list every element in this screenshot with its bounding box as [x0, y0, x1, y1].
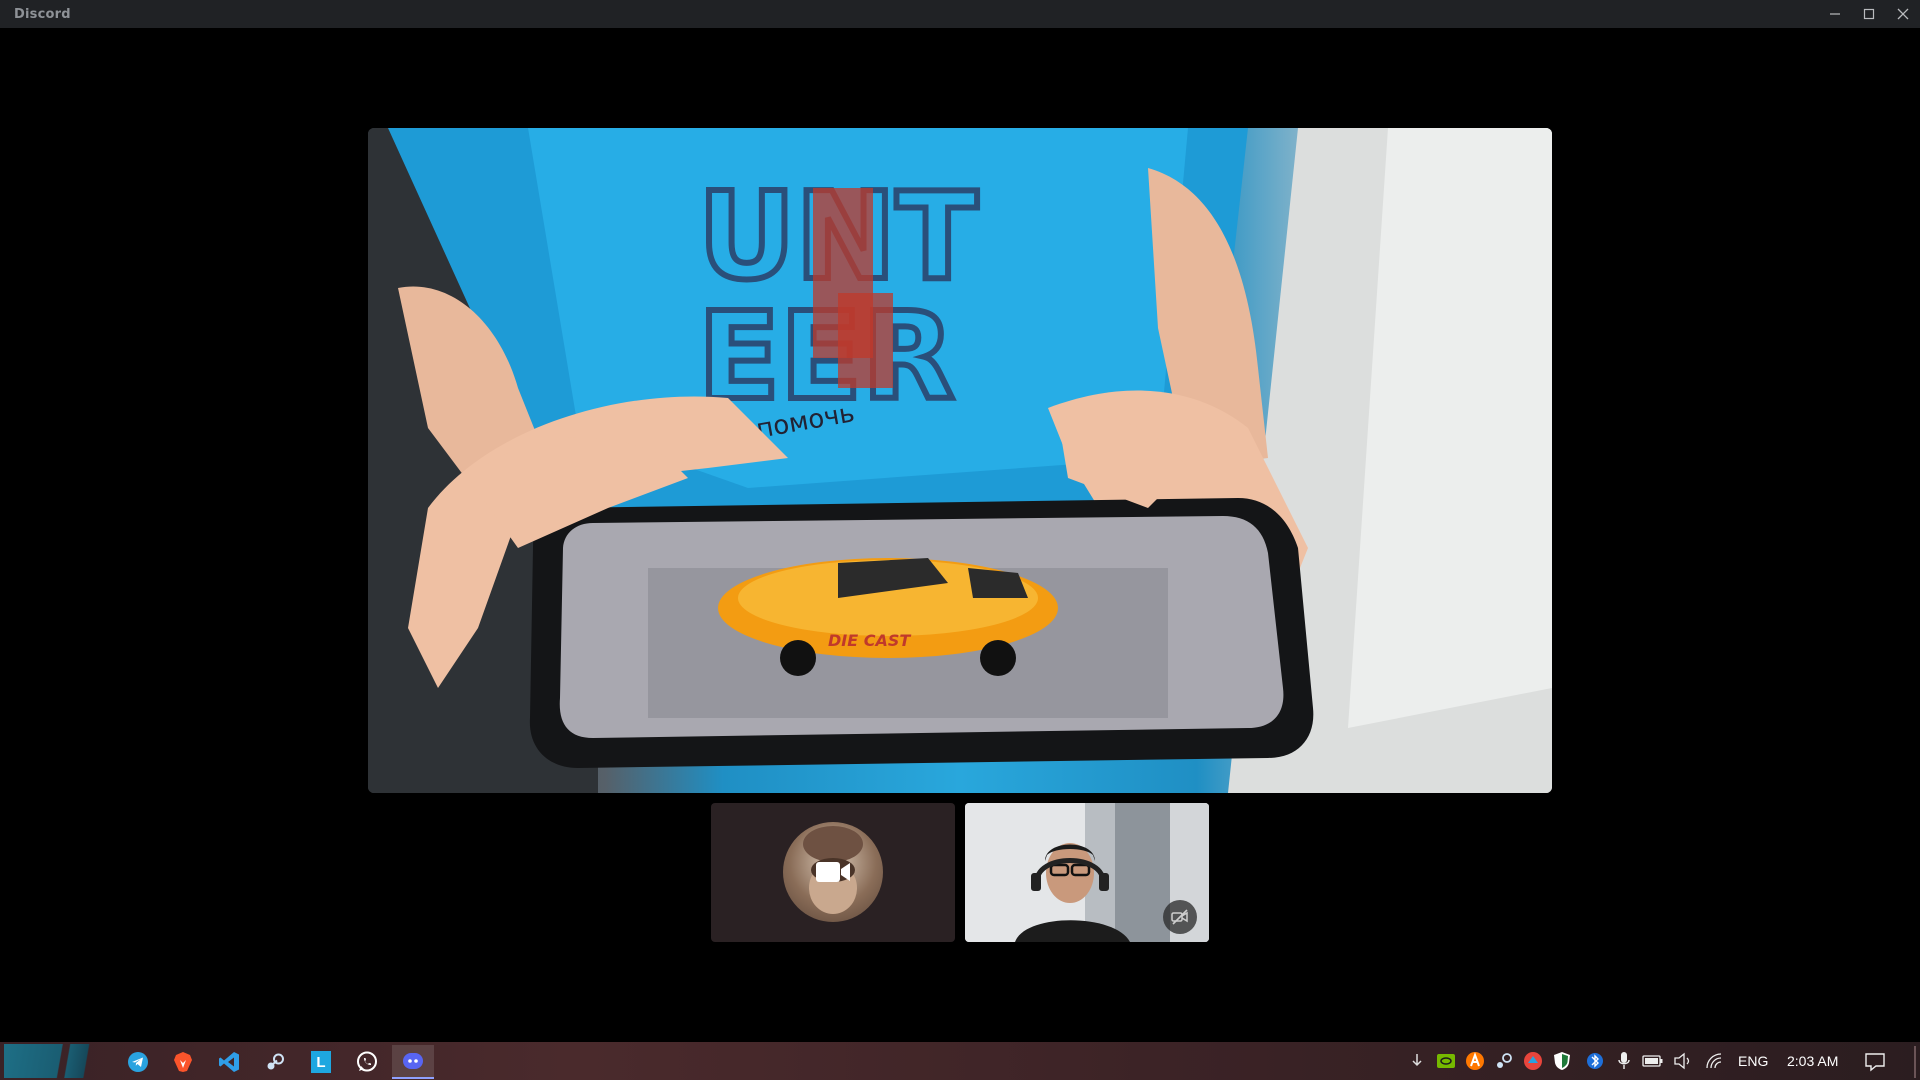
steam-icon — [267, 1053, 284, 1070]
nvidia-icon — [1437, 1054, 1455, 1068]
taskbar-vscode[interactable] — [208, 1045, 250, 1079]
avast-icon — [1466, 1052, 1484, 1070]
notification-center-button[interactable] — [1862, 1049, 1888, 1075]
taskbar-discord[interactable] — [392, 1045, 434, 1079]
tray-microphone[interactable] — [1612, 1049, 1636, 1073]
vscode-icon — [219, 1052, 239, 1072]
tray-nvidia[interactable] — [1434, 1049, 1458, 1073]
title-bar: Discord — [0, 0, 1920, 28]
launcher-icon: L — [311, 1051, 331, 1073]
show-desktop-button[interactable] — [1914, 1046, 1916, 1078]
taskbar-brave[interactable] — [162, 1045, 204, 1079]
start-button[interactable] — [4, 1044, 104, 1078]
tray-bluetooth[interactable] — [1583, 1049, 1607, 1073]
tray-steam[interactable] — [1492, 1049, 1516, 1073]
chevron-up-icon — [1412, 1054, 1422, 1067]
video-off-icon — [1163, 900, 1197, 934]
telegram-icon — [128, 1052, 148, 1072]
participant-tile-avatar[interactable] — [711, 803, 955, 942]
video-camera-icon — [815, 858, 851, 886]
shield-icon — [1554, 1052, 1570, 1070]
close-button[interactable] — [1886, 0, 1920, 28]
taskbar-telegram[interactable] — [117, 1045, 159, 1079]
speaker-icon — [1674, 1052, 1690, 1070]
taskbar-whatsapp[interactable] — [346, 1045, 388, 1079]
language-indicator[interactable]: ENG — [1738, 1053, 1768, 1069]
steam-tray-icon — [1497, 1053, 1512, 1068]
tray-mic-arrow[interactable] — [1405, 1049, 1429, 1073]
red-app-icon — [1524, 1052, 1542, 1070]
microphone-icon — [1618, 1052, 1630, 1069]
brave-icon — [174, 1052, 192, 1072]
app-title: Discord — [14, 6, 71, 22]
participant-tile-webcam[interactable] — [965, 803, 1209, 942]
minimize-button[interactable] — [1818, 0, 1852, 28]
minimize-icon — [1830, 13, 1840, 15]
battery-icon — [1642, 1055, 1663, 1067]
tray-volume[interactable] — [1671, 1049, 1695, 1073]
stream-frame: UNT EER помочь DIE CAST — [368, 128, 1552, 793]
notification-icon — [1865, 1053, 1885, 1072]
main-video-stream[interactable]: UNT EER помочь DIE CAST — [368, 128, 1552, 793]
call-stage: UNT EER помочь DIE CAST — [0, 28, 1920, 1042]
taskbar-steam[interactable] — [254, 1045, 296, 1079]
car-decal-text: DIE CAST — [828, 631, 911, 650]
avatar — [783, 822, 883, 922]
close-icon — [1897, 8, 1909, 20]
bluetooth-icon — [1587, 1053, 1603, 1069]
launcher-letter: L — [316, 1053, 326, 1071]
clock[interactable]: 2:03 AM — [1787, 1053, 1838, 1069]
wifi-icon — [1706, 1053, 1722, 1069]
taskbar-launcher[interactable]: L — [300, 1045, 342, 1079]
maximize-icon — [1863, 8, 1875, 20]
maximize-button[interactable] — [1852, 0, 1886, 28]
window-controls — [1818, 0, 1920, 28]
whatsapp-icon — [357, 1051, 377, 1072]
tray-app-red[interactable] — [1521, 1049, 1545, 1073]
tray-avast[interactable] — [1463, 1049, 1487, 1073]
tray-battery[interactable] — [1641, 1049, 1665, 1073]
discord-icon — [403, 1053, 423, 1069]
tray-wifi[interactable] — [1703, 1049, 1727, 1073]
tray-security[interactable] — [1550, 1049, 1574, 1073]
